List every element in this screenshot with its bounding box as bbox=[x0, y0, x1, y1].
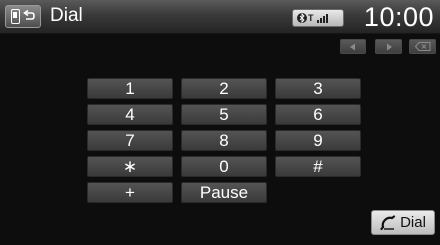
bluetooth-icon bbox=[297, 12, 307, 24]
right-arrow-icon bbox=[386, 43, 392, 50]
page-title: Dial bbox=[50, 5, 83, 26]
back-button[interactable] bbox=[5, 5, 41, 28]
key-3[interactable]: 3 bbox=[275, 78, 361, 99]
key-0[interactable]: 0 bbox=[181, 156, 267, 177]
handset-icon bbox=[380, 214, 396, 230]
signal-t-icon: T bbox=[308, 13, 314, 23]
back-icon bbox=[23, 9, 36, 20]
signal-icon bbox=[316, 13, 328, 23]
key-6[interactable]: 6 bbox=[275, 104, 361, 125]
key-7[interactable]: 7 bbox=[87, 130, 173, 151]
key-pause[interactable]: Pause bbox=[181, 182, 267, 203]
clock: 10:00 bbox=[363, 2, 434, 32]
backspace-button[interactable] bbox=[409, 39, 436, 54]
left-arrow-icon bbox=[350, 43, 355, 50]
key-9[interactable]: 9 bbox=[275, 130, 361, 151]
connection-status: T bbox=[292, 9, 344, 27]
phone-icon bbox=[10, 9, 20, 24]
key-4[interactable]: 4 bbox=[87, 104, 173, 125]
header-bar: Dial T 10:00 bbox=[0, 0, 440, 34]
dial-button-label: Dial bbox=[400, 214, 426, 231]
backspace-icon bbox=[414, 42, 430, 51]
key-5[interactable]: 5 bbox=[181, 104, 267, 125]
next-button[interactable] bbox=[375, 39, 402, 54]
key-star[interactable]: ∗ bbox=[87, 156, 173, 177]
key-1[interactable]: 1 bbox=[87, 78, 173, 99]
previous-button[interactable] bbox=[340, 39, 366, 54]
dial-button[interactable]: Dial bbox=[371, 210, 435, 235]
key-hash[interactable]: # bbox=[275, 156, 361, 177]
key-2[interactable]: 2 bbox=[181, 78, 267, 99]
key-plus[interactable]: + bbox=[87, 182, 173, 203]
key-8[interactable]: 8 bbox=[181, 130, 267, 151]
